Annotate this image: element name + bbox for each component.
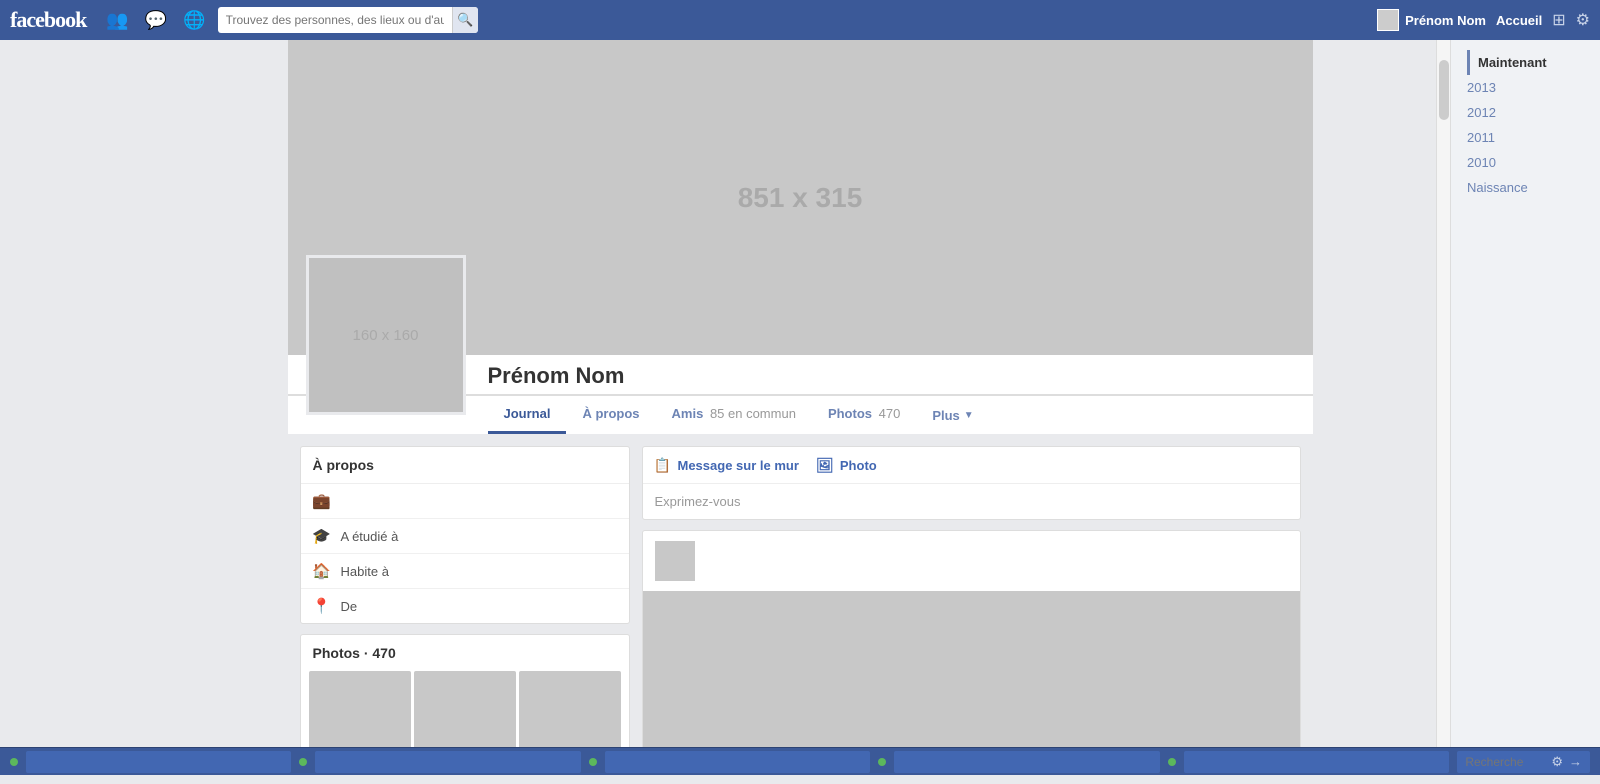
cover-dimensions-label: 851 x 315	[738, 182, 863, 214]
scrollbar-thumb[interactable]	[1439, 60, 1449, 120]
bottom-bar-item-1[interactable]	[26, 751, 291, 773]
feed-item	[642, 530, 1301, 772]
study-icon: 🎓	[313, 527, 331, 545]
tab-amis[interactable]: Amis 85 en commun	[656, 396, 812, 434]
content-area: À propos 💼 🎓 A étudié à 🏠 Habite à	[288, 434, 1313, 784]
friends-requests-icon[interactable]: ⊞	[1552, 10, 1565, 30]
post-tab-photo[interactable]: 🖼 Photo	[815, 455, 877, 475]
search-button[interactable]: 🔍	[452, 7, 477, 33]
globe-icon[interactable]: 🌐	[179, 6, 209, 35]
messages-icon[interactable]: 💬	[141, 6, 171, 35]
post-input[interactable]: Exprimez-vous	[643, 484, 1300, 519]
friends-icon[interactable]: 👥	[102, 6, 132, 35]
logout-bottom-icon[interactable]: →	[1569, 754, 1582, 769]
about-study-label: A étudié à	[341, 529, 399, 544]
about-title: À propos	[301, 447, 629, 484]
post-box: 📋 Message sur le mur 🖼 Photo Exprimez-vo…	[642, 446, 1301, 520]
about-from-label: De	[341, 599, 358, 614]
about-study-row: 🎓 A étudié à	[301, 519, 629, 554]
message-icon: 📋	[653, 455, 673, 475]
post-tab-message[interactable]: 📋 Message sur le mur	[653, 455, 799, 475]
bottom-bar-item-4[interactable]	[894, 751, 1159, 773]
profile-picture[interactable]: 160 x 160	[306, 255, 466, 415]
work-icon: 💼	[313, 492, 331, 510]
page: 851 x 315 160 x 160 Prénom Nom Journal À…	[0, 40, 1600, 784]
tab-journal[interactable]: Journal	[488, 396, 567, 434]
navbar: facebook 👥 💬 🌐 🔍 Prénom Nom Accueil ⊞ ⚙	[0, 0, 1600, 40]
accueil-button[interactable]: Accueil	[1496, 13, 1542, 28]
bottom-bar-item-3[interactable]	[605, 751, 870, 773]
about-box: À propos 💼 🎓 A étudié à 🏠 Habite à	[300, 446, 630, 624]
search-input[interactable]	[218, 13, 453, 27]
photos-title: Photos · 470	[301, 635, 629, 671]
photo-icon: 🖼	[815, 455, 835, 475]
timeline-item-2013[interactable]: 2013	[1467, 75, 1584, 100]
chevron-down-icon: ▼	[964, 410, 974, 421]
photos-count: · 470	[364, 645, 396, 661]
tab-more[interactable]: Plus ▼	[916, 398, 989, 433]
timeline-item-2012[interactable]: 2012	[1467, 100, 1584, 125]
user-profile-button[interactable]: Prénom Nom	[1377, 9, 1486, 31]
timeline-item-2010[interactable]: 2010	[1467, 150, 1584, 175]
feed-avatar	[655, 541, 695, 581]
status-dot-4	[878, 758, 886, 766]
photos-label: Photos	[313, 645, 360, 661]
post-tab-photo-label: Photo	[840, 458, 877, 473]
about-home-row: 🏠 Habite à	[301, 554, 629, 589]
scrollbar-area	[1436, 40, 1450, 747]
facebook-logo: facebook	[10, 7, 86, 33]
tab-apropos[interactable]: À propos	[566, 396, 655, 434]
timeline-item-naissance[interactable]: Naissance	[1467, 175, 1584, 200]
post-tab-message-label: Message sur le mur	[678, 458, 799, 473]
search-bar: 🔍	[218, 7, 478, 33]
bottom-search-input[interactable]	[1465, 755, 1545, 769]
location-icon: 📍	[313, 597, 331, 615]
home-icon: 🏠	[313, 562, 331, 580]
timeline-item-2011[interactable]: 2011	[1467, 125, 1584, 150]
post-tabs: 📋 Message sur le mur 🖼 Photo	[643, 447, 1300, 484]
bottom-search: ⚙ →	[1457, 751, 1590, 773]
timeline-sidebar: Maintenant 2013 2012 2011 2010 Naissance	[1450, 40, 1600, 775]
user-avatar	[1377, 9, 1399, 31]
cover-photo[interactable]: 851 x 315 160 x 160	[288, 40, 1313, 355]
main-content: 851 x 315 160 x 160 Prénom Nom Journal À…	[0, 40, 1600, 784]
settings-icon[interactable]: ⚙	[1576, 10, 1590, 30]
feed-header	[643, 531, 1300, 591]
right-content: 📋 Message sur le mur 🖼 Photo Exprimez-vo…	[642, 446, 1301, 772]
profile-name: Prénom Nom	[488, 355, 1313, 393]
bottom-bar-item-5[interactable]	[1184, 751, 1449, 773]
settings-bottom-icon[interactable]: ⚙	[1551, 754, 1563, 770]
timeline-item-maintenant[interactable]: Maintenant	[1467, 50, 1584, 75]
nav-right: Prénom Nom Accueil ⊞ ⚙	[1377, 9, 1590, 31]
status-dot-2	[299, 758, 307, 766]
status-dot-3	[589, 758, 597, 766]
feed-image	[643, 591, 1300, 771]
status-dot-1	[10, 758, 18, 766]
bottom-bar-item-2[interactable]	[315, 751, 580, 773]
tab-more-label: Plus	[932, 408, 959, 423]
about-home-label: Habite à	[341, 564, 389, 579]
profile-pic-dimensions: 160 x 160	[353, 327, 419, 344]
cover-area: 851 x 315 160 x 160 Prénom Nom Journal À…	[288, 40, 1313, 434]
about-from-row: 📍 De	[301, 589, 629, 623]
user-name: Prénom Nom	[1405, 13, 1486, 28]
bottom-bar: ⚙ →	[0, 747, 1600, 775]
left-sidebar: À propos 💼 🎓 A étudié à 🏠 Habite à	[300, 446, 630, 770]
tab-photos[interactable]: Photos 470	[812, 396, 916, 434]
status-dot-5	[1168, 758, 1176, 766]
about-work-row: 💼	[301, 484, 629, 519]
